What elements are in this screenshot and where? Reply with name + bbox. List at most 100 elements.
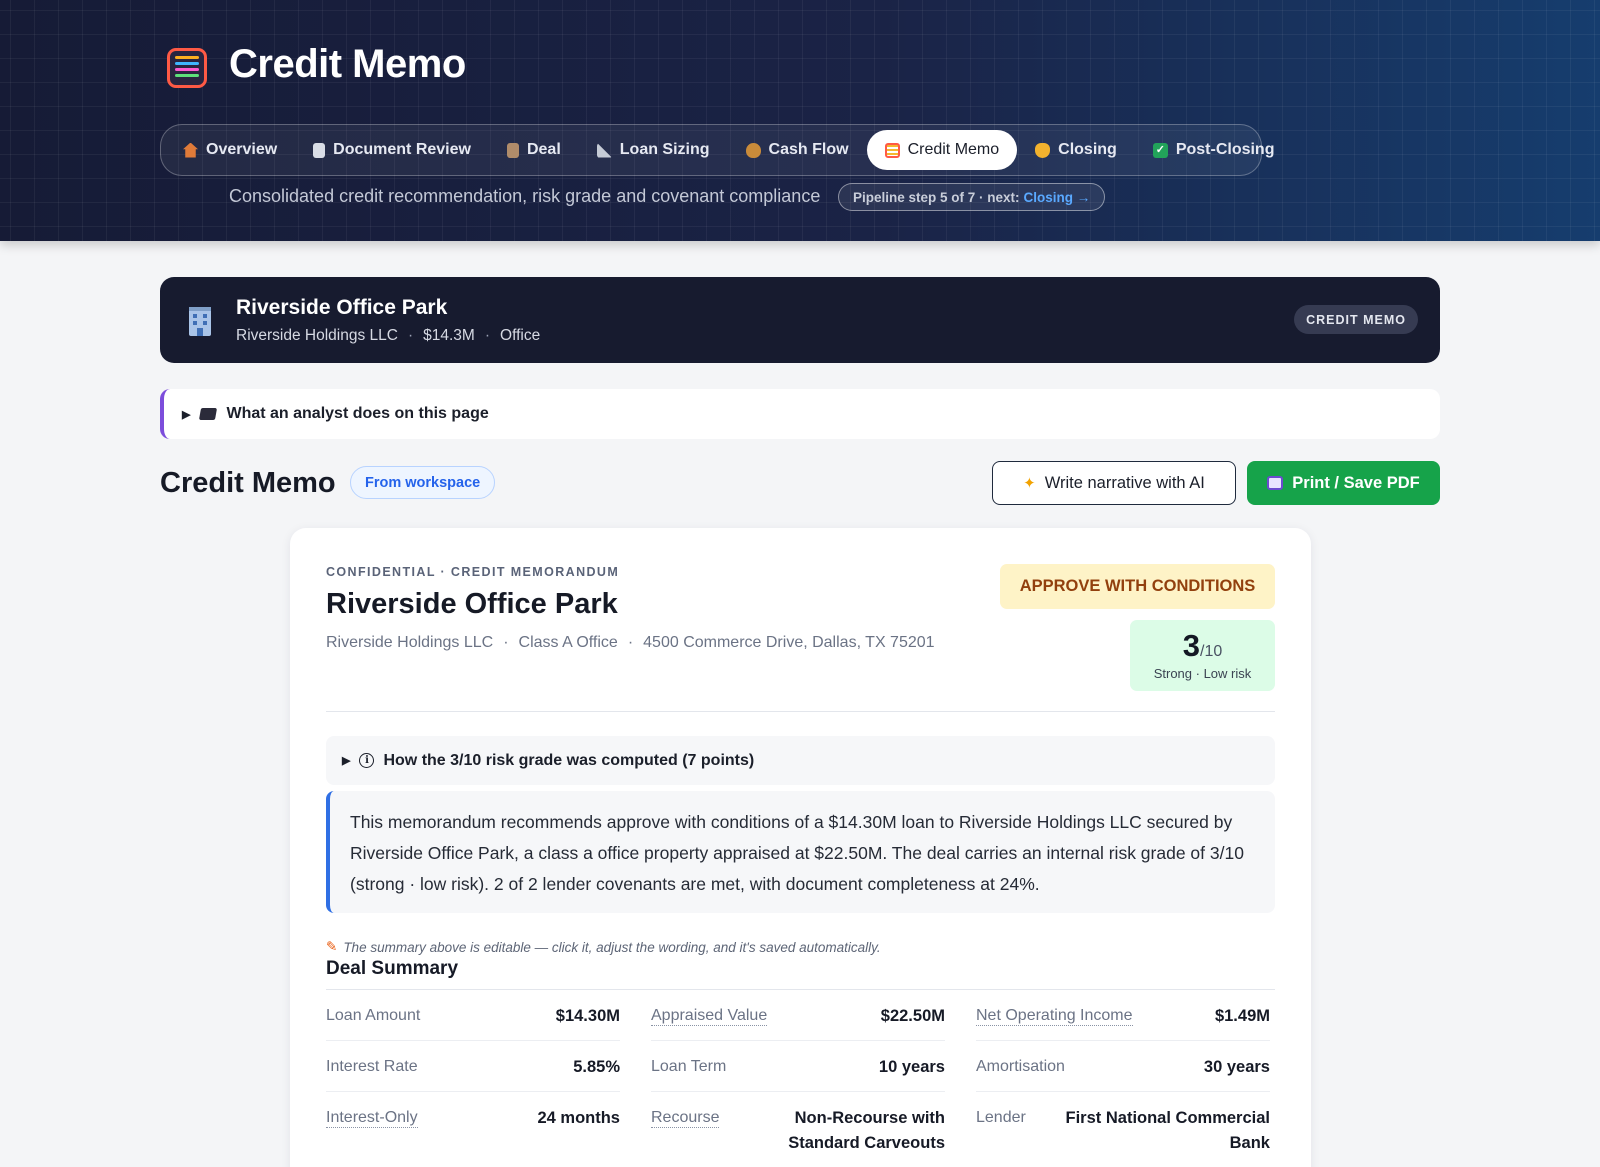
memo-title: Riverside Office Park [326, 588, 618, 620]
tab-label: Loan Sizing [619, 141, 710, 158]
house-icon [183, 142, 198, 158]
credit-memorandum-card: CONFIDENTIAL · CREDIT MEMORANDUM Riversi… [290, 528, 1311, 1167]
property-type: Office [500, 327, 541, 344]
disclosure-label: How the 3/10 risk grade was computed (7 … [383, 751, 755, 769]
property-name: Riverside Office Park [236, 296, 448, 319]
from-workspace-badge: From workspace [350, 466, 496, 499]
deal-summary-label: Interest Rate [326, 1058, 418, 1075]
deal-summary-grid: Loan Amount $14.30M Appraised Value $22.… [326, 990, 1276, 1167]
tab-loan-sizing[interactable]: Loan Sizing [579, 130, 728, 170]
document-icon [313, 142, 326, 158]
caret-right-icon: ▶ [182, 408, 191, 421]
tab-overview[interactable]: Overview [165, 130, 295, 170]
deal-summary-label: Loan Amount [326, 1007, 421, 1024]
deal-summary-title: Deal Summary [326, 958, 459, 979]
risk-grade-denominator: /10 [1200, 643, 1223, 660]
ai-button-label: Write narrative with AI [1044, 473, 1205, 492]
recommendation-badge: APPROVE WITH CONDITIONS [1000, 564, 1275, 609]
office-building-icon [189, 307, 211, 336]
tab-closing[interactable]: Closing [1017, 130, 1135, 170]
property-meta: Riverside Holdings LLC · $14.3M · Office [236, 327, 540, 345]
tab-label: Overview [206, 141, 278, 158]
divider [326, 711, 1275, 712]
tab-label: Credit Memo [907, 141, 1000, 158]
deal-summary-value: 24 months [537, 1109, 620, 1127]
print-button-label: Print / Save PDF [1292, 473, 1420, 492]
deal-summary-value: 30 years [1203, 1058, 1270, 1076]
risk-grade-computation-disclosure[interactable]: ▶ i How the 3/10 risk grade was computed… [326, 736, 1275, 785]
info-icon: i [359, 753, 375, 768]
deal-summary-label: Amortisation [976, 1058, 1065, 1075]
tab-cash-flow[interactable]: Cash Flow [728, 130, 867, 170]
section-title: Credit Memo [160, 467, 336, 499]
tab-label: Post-Closing [1175, 141, 1275, 158]
money-bag-icon [745, 142, 761, 158]
tab-label: Document Review [333, 141, 471, 158]
property-amount: $14.3M [423, 327, 475, 344]
handshake-icon [1035, 142, 1051, 158]
pencil-icon: ✎ [326, 939, 338, 954]
deal-summary-item: Recourse Non-Recourse with Standard Carv… [651, 1092, 945, 1167]
deal-summary-item: Loan Term 10 years [651, 1041, 945, 1092]
ruler-icon [596, 142, 612, 158]
deal-summary-item: Interest-Only 24 months [326, 1092, 620, 1167]
deal-summary-value: 5.85% [573, 1058, 620, 1076]
tab-post-closing[interactable]: ✓ Post-Closing [1135, 130, 1293, 170]
deal-summary-value: First National Commercial Bank [1065, 1109, 1270, 1152]
deal-summary-value: 10 years [878, 1058, 945, 1076]
memo-owner: Riverside Holdings LLC [326, 634, 494, 651]
pipeline-tabs: Overview Document Review Deal Loan Sizin… [160, 124, 1274, 176]
memo-eyebrow: CONFIDENTIAL · CREDIT MEMORANDUM [326, 565, 620, 579]
deal-summary-value: $14.30M [555, 1007, 620, 1025]
memo-subtitle: Riverside Holdings LLC · Class A Office … [326, 634, 935, 652]
tab-deal[interactable]: Deal [489, 130, 579, 170]
deal-summary-label[interactable]: Appraised Value [651, 1007, 768, 1026]
app-title: Credit Memo [229, 42, 466, 86]
deal-summary-item: Net Operating Income $1.49M [976, 990, 1270, 1041]
tab-document-review[interactable]: Document Review [295, 130, 489, 170]
edit-hint: ✎ The summary above is editable — click … [326, 939, 881, 955]
deal-summary-label: Lender [976, 1109, 1026, 1126]
property-banner: Riverside Office Park Riverside Holdings… [160, 277, 1440, 363]
memo-address: 4500 Commerce Drive, Dallas, TX 75201 [643, 634, 935, 651]
credit-memo-chip: CREDIT MEMO [1294, 305, 1418, 334]
abacus-icon [167, 48, 207, 88]
edit-hint-text: The summary above is editable — click it… [343, 939, 881, 955]
next-step-link[interactable]: Closing → [1024, 190, 1091, 205]
separator-dot: · [627, 634, 634, 651]
clipboard-icon [506, 142, 519, 158]
deal-summary-item: Lender First National Commercial Bank [976, 1092, 1270, 1167]
separator-dot: · [484, 327, 491, 344]
deal-summary-label[interactable]: Interest-Only [326, 1109, 418, 1128]
print-save-pdf-button[interactable]: Print / Save PDF [1247, 461, 1440, 505]
risk-grade-score: 3/10 [1183, 630, 1223, 661]
deal-summary-value: $1.49M [1214, 1007, 1270, 1025]
deal-summary-item: Interest Rate 5.85% [326, 1041, 620, 1092]
tab-credit-memo[interactable]: Credit Memo [866, 130, 1018, 170]
separator-dot: · [503, 634, 509, 651]
page-subtitle: Consolidated credit recommendation, risk… [229, 186, 821, 206]
graduation-cap-icon [199, 408, 218, 420]
deal-summary-label[interactable]: Recourse [651, 1109, 720, 1128]
check-icon: ✓ [1152, 142, 1168, 158]
deal-summary-value: $22.50M [880, 1007, 945, 1025]
deal-summary-label[interactable]: Net Operating Income [976, 1007, 1133, 1026]
printer-icon [1267, 476, 1284, 490]
abacus-icon [884, 142, 900, 158]
separator-dot: · [407, 327, 414, 344]
analyst-guide-label: What an analyst does on this page [226, 405, 489, 422]
property-owner: Riverside Holdings LLC [236, 327, 398, 344]
deal-summary-label: Loan Term [651, 1058, 727, 1075]
deal-summary-item: Appraised Value $22.50M [651, 990, 945, 1041]
tab-label: Closing [1058, 141, 1117, 158]
risk-grade-box: 3/10 Strong · Low risk [1130, 620, 1275, 691]
page-header: Credit Memo Overview Document Review Dea… [0, 0, 1600, 241]
write-narrative-ai-button[interactable]: ✦ Write narrative with AI [992, 461, 1236, 505]
deal-summary-item: Loan Amount $14.30M [326, 990, 620, 1041]
deal-summary-value: Non-Recourse with Standard Carveouts [788, 1109, 945, 1152]
deal-summary-item: Amortisation 30 years [976, 1041, 1270, 1092]
executive-summary-editable[interactable]: This memorandum recommends approve with … [326, 791, 1275, 913]
risk-grade-number: 3 [1182, 628, 1200, 663]
pipeline-step-text: Pipeline step 5 of 7 · next: [853, 189, 1020, 205]
analyst-guide-disclosure[interactable]: ▶ What an analyst does on this page [160, 389, 1440, 439]
